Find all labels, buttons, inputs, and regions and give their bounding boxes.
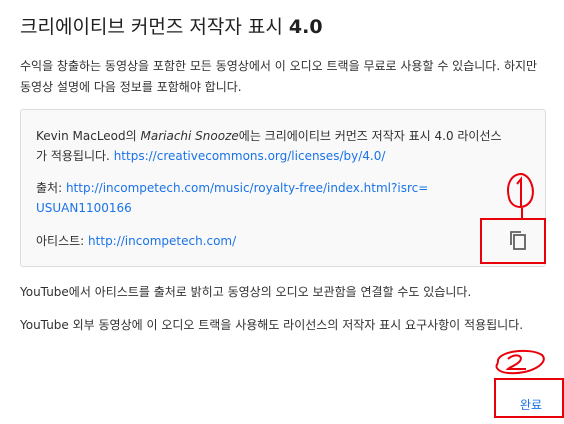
annotation-number-1 [507,172,534,218]
license-link[interactable]: https://creativecommons.org/licenses/by/… [114,149,386,163]
done-button[interactable]: 완료 [520,396,542,413]
copy-button-highlight [480,218,546,264]
footer-line-2: YouTube 외부 동영상에 이 오디오 트랙을 사용해도 라이선스의 저작자… [20,318,524,332]
dialog-title-version: 4.0 [288,16,323,38]
dialog-title-text: 크리에이티브 커먼즈 저작자 표시 [20,16,283,38]
attribution-card: Kevin MacLeod의 Mariachi Snooze에는 크리에이티브 … [20,109,546,267]
artist-link[interactable]: http://incompetech.com/ [88,234,236,248]
source-link[interactable]: http://incompetech.com/music/royalty-fre… [36,181,428,215]
artist-line: 아티스트: http://incompetech.com/ [36,231,236,251]
annotation-number-2 [495,349,545,375]
dialog-title: 크리에이티브 커먼즈 저작자 표시 4.0 [20,12,323,39]
footer-line-1: YouTube에서 아티스트를 출처로 밝히고 동영상의 오디오 보관함을 연결… [20,285,472,299]
copy-icon[interactable] [508,230,528,252]
track-title: Mariachi Snooze [140,129,239,143]
license-line: Kevin MacLeod의 Mariachi Snooze에는 크리에이티브 … [36,126,506,166]
source-label: 출처: [36,181,63,195]
intro-text: 수익을 창출하는 동영상을 포함한 모든 동영상에서 이 오디오 트랙을 무료로… [20,59,538,94]
artist-name: Kevin MacLeod의 [36,129,137,143]
artist-label: 아티스트: [36,234,85,248]
source-line: 출처: http://incompetech.com/music/royalty… [36,178,436,218]
done-button-highlight: 완료 [494,378,564,418]
